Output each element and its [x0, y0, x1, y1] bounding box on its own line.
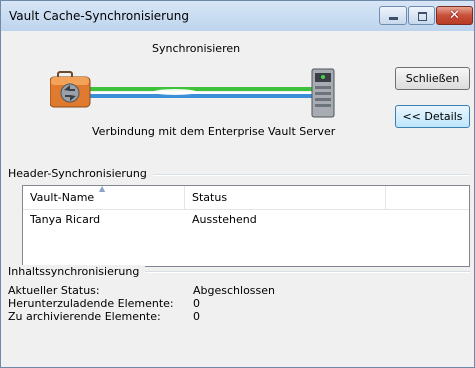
column-header-status[interactable]: Status: [185, 186, 386, 209]
dialog-body: Synchronisieren Verbindung mit dem Enter…: [2, 31, 473, 367]
server-icon: [311, 68, 335, 118]
maximize-icon: [418, 12, 427, 21]
current-status-value: Abgeschlossen: [193, 284, 275, 297]
connection-label: Verbindung mit dem Enterprise Vault Serv…: [92, 125, 336, 138]
sync-line-green: [90, 87, 315, 91]
table-row[interactable]: Tanya Ricard Ausstehend: [23, 210, 469, 230]
list-header: ▲ Vault-Name Status: [23, 184, 469, 210]
current-status-label: Aktueller Status:: [8, 284, 100, 297]
sync-diagram: [49, 63, 350, 123]
minimize-button[interactable]: [379, 6, 407, 25]
window-close-button[interactable]: ✕: [436, 6, 473, 25]
column-header-vault-name[interactable]: ▲ Vault-Name: [23, 184, 185, 209]
sync-diagram-graphic: [49, 68, 335, 118]
content-sync-label: Inhaltssynchronisierung: [8, 265, 146, 278]
window-title: Vault Cache-Synchronisierung: [9, 9, 189, 23]
header-sync-label: Header-Synchronisierung: [8, 167, 153, 180]
close-icon: ✕: [449, 8, 460, 23]
maximize-button[interactable]: [408, 6, 435, 25]
archive-items-value: 0: [193, 310, 200, 323]
close-dialog-button[interactable]: Schließen: [395, 67, 470, 90]
archive-items-label: Zu archivierende Elemente:: [8, 310, 161, 323]
minimize-icon: [389, 17, 398, 20]
cell-vault-name: Tanya Ricard: [30, 213, 101, 226]
download-items-label: Herunterzuladende Elemente:: [8, 297, 174, 310]
column-header-label: Vault-Name: [30, 191, 95, 204]
download-items-value: 0: [193, 297, 200, 310]
sort-ascending-icon: ▲: [99, 184, 106, 193]
app-window: Vault Cache-Synchronisierung ✕ Synchroni…: [0, 0, 475, 368]
title-bar[interactable]: Vault Cache-Synchronisierung ✕: [1, 1, 474, 31]
header-sync-list[interactable]: ▲ Vault-Name Status Tanya Ricard Aussteh…: [22, 185, 470, 267]
column-header-empty[interactable]: [386, 186, 469, 209]
cell-status: Ausstehend: [192, 213, 257, 226]
sync-line-white: [90, 92, 315, 94]
sync-heading: Synchronisieren: [152, 42, 241, 55]
briefcase-sync-icon: [49, 71, 91, 108]
sync-pulse: [153, 89, 197, 95]
sync-line-blue: [90, 94, 315, 98]
column-header-label: Status: [192, 191, 228, 204]
details-toggle-button[interactable]: << Details: [395, 105, 470, 128]
